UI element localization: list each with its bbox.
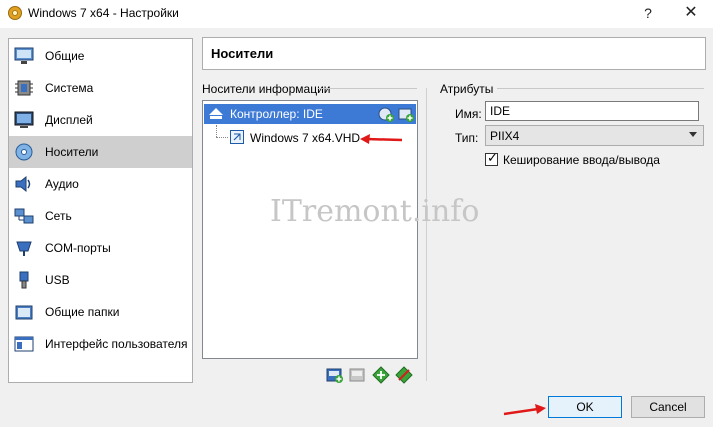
watermark: ITremont.info bbox=[270, 194, 480, 229]
type-label: Тип: bbox=[455, 131, 479, 145]
add-hard-disk-icon[interactable] bbox=[398, 106, 414, 122]
monitor-general-icon bbox=[14, 47, 34, 64]
ide-controller-icon bbox=[209, 108, 223, 119]
sidebar-item-system[interactable]: Система bbox=[9, 72, 192, 104]
name-input[interactable] bbox=[485, 101, 699, 121]
remove-attachment-icon[interactable] bbox=[395, 366, 413, 384]
checkmark-icon: ✓ bbox=[487, 150, 498, 165]
sidebar-item-display[interactable]: Дисплей bbox=[9, 104, 192, 136]
tree-item-ide-controller[interactable]: Контроллер: IDE bbox=[204, 104, 416, 124]
settings-sidebar: Общие Система Дисплей Носители Аудио Сет… bbox=[8, 38, 193, 383]
sidebar-item-storage[interactable]: Носители bbox=[9, 136, 192, 168]
add-optical-drive-icon[interactable] bbox=[378, 106, 394, 122]
sidebar-item-network[interactable]: Сеть bbox=[9, 200, 192, 232]
page-title: Носители bbox=[211, 46, 274, 61]
controller-label: Контроллер: IDE bbox=[230, 107, 323, 121]
chip-system-icon bbox=[15, 80, 33, 96]
chevron-down-icon bbox=[689, 132, 697, 137]
divider bbox=[426, 88, 427, 381]
sidebar-item-general[interactable]: Общие bbox=[9, 40, 192, 72]
sidebar-item-com-ports[interactable]: COM-порты bbox=[9, 232, 192, 264]
tree-connector bbox=[216, 137, 228, 139]
usb-icon bbox=[19, 271, 29, 289]
sidebar-item-label: COM-порты bbox=[45, 241, 111, 255]
sidebar-item-label: Интерфейс пользователя bbox=[45, 337, 188, 351]
storage-section-label: Носители информации bbox=[202, 82, 331, 96]
divider bbox=[497, 88, 704, 89]
page-header: Носители bbox=[202, 37, 706, 70]
annotation-arrow-icon bbox=[503, 404, 546, 416]
cancel-button[interactable]: Cancel bbox=[631, 396, 705, 418]
serial-port-icon bbox=[16, 241, 32, 256]
storage-disc-icon bbox=[15, 143, 33, 161]
add-controller-icon[interactable] bbox=[326, 366, 344, 384]
speaker-icon bbox=[15, 175, 31, 193]
divider bbox=[318, 88, 417, 89]
ok-button[interactable]: OK bbox=[548, 396, 622, 418]
tree-connector bbox=[216, 125, 218, 137]
close-button[interactable]: ✕ bbox=[676, 3, 706, 23]
user-interface-icon bbox=[14, 336, 34, 352]
network-icon bbox=[14, 208, 34, 224]
cache-io-checkbox[interactable]: ✓ bbox=[485, 150, 498, 166]
sidebar-item-label: Аудио bbox=[45, 177, 79, 191]
virtualbox-gear-icon bbox=[8, 6, 22, 20]
sidebar-item-label: Носители bbox=[45, 145, 99, 159]
remove-controller-icon[interactable] bbox=[349, 366, 367, 384]
cache-io-label: Кеширование ввода/вывода bbox=[503, 153, 660, 167]
annotation-arrow-icon bbox=[360, 134, 403, 144]
disk-label: Windows 7 x64.VHD bbox=[250, 131, 361, 145]
sidebar-item-user-interface[interactable]: Интерфейс пользователя bbox=[9, 328, 192, 360]
sidebar-item-shared-folders[interactable]: Общие папки bbox=[9, 296, 192, 328]
type-select[interactable]: PIIX4 bbox=[485, 125, 704, 146]
hard-disk-icon bbox=[230, 130, 244, 144]
add-attachment-icon[interactable] bbox=[372, 366, 390, 384]
shared-folder-icon bbox=[15, 305, 33, 320]
attributes-section-label: Атрибуты bbox=[440, 82, 494, 96]
sidebar-item-label: Дисплей bbox=[45, 113, 93, 127]
sidebar-item-label: Сеть bbox=[45, 209, 72, 223]
display-icon bbox=[14, 111, 34, 128]
title-bar: Windows 7 x64 - Настройки ? ✕ bbox=[0, 0, 713, 28]
name-label: Имя: bbox=[455, 107, 482, 121]
sidebar-item-label: Общие bbox=[45, 49, 85, 63]
sidebar-item-label: USB bbox=[45, 273, 70, 287]
sidebar-item-label: Система bbox=[45, 81, 94, 95]
sidebar-item-usb[interactable]: USB bbox=[9, 264, 192, 296]
help-button[interactable]: ? bbox=[633, 3, 663, 23]
type-select-value: PIIX4 bbox=[490, 129, 520, 143]
sidebar-item-label: Общие папки bbox=[45, 305, 120, 319]
sidebar-item-audio[interactable]: Аудио bbox=[9, 168, 192, 200]
window-title: Windows 7 x64 - Настройки bbox=[28, 6, 179, 20]
